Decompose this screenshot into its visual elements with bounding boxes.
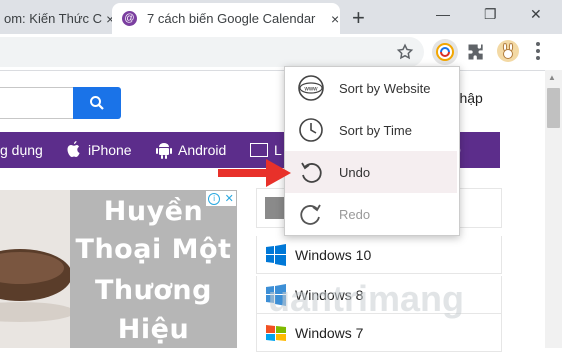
nav-item-android[interactable]: Android [156,132,226,168]
list-item-label: Windows 10 [295,246,372,263]
nav-item-label: Android [178,142,227,158]
nav-item-iphone[interactable]: iPhone [66,132,132,168]
search-icon [90,96,104,110]
watermark: uantrimang [268,278,465,319]
android-icon [156,143,172,159]
scroll-up-arrow-icon[interactable]: ▲ [548,73,556,82]
nav-item-ung-dung[interactable]: g dụng [0,132,43,168]
windows7-icon [266,324,286,341]
ad-close-icon[interactable]: ✕ [225,192,234,205]
menu-item-label: Redo [339,206,371,222]
ad-line: Thương [95,275,212,306]
tab-sorter-icon [436,43,454,61]
annotation-arrow-icon [218,159,291,187]
tab-sorter-extension-button[interactable] [432,39,458,65]
restore-button[interactable]: ❐ [484,6,497,23]
ad-banner[interactable]: Huyền Thoại Một Thương Hiệu [70,190,237,348]
menu-item-sort-by-website[interactable]: www Sort by Website [285,67,457,109]
windows10-icon [266,243,286,266]
svg-text:www: www [304,87,319,93]
close-window-button[interactable]: ✕ [530,6,542,23]
list-item[interactable]: Windows 10 [256,236,502,274]
new-tab-button[interactable]: + [352,5,365,31]
ad-image[interactable] [0,190,70,348]
extensions-puzzle-icon[interactable] [466,42,486,62]
tab-kien-thuc[interactable]: om: Kiến Thức C × [0,3,112,34]
ad-product-image [0,249,70,322]
undo-icon [297,158,325,186]
site-search-button[interactable] [73,87,121,119]
tab-title: om: Kiến Thức C [4,11,103,26]
rabbit-icon [502,43,514,59]
profile-avatar[interactable] [497,40,519,62]
browser-toolbar [0,34,562,71]
list-item-label: Windows 7 [295,324,364,341]
browser-menu-icon[interactable] [536,42,540,60]
code-icon [250,143,268,157]
menu-item-sort-by-time[interactable]: Sort by Time [285,109,457,151]
redo-icon [297,200,325,228]
minimize-button[interactable]: — [436,6,450,22]
www-icon: www [297,74,325,102]
tab-favicon-icon: @ [122,11,137,26]
apple-icon [67,141,80,157]
address-bar[interactable] [0,37,424,67]
menu-item-label: Undo [339,164,371,180]
menu-item-label: Sort by Time [339,122,412,138]
site-search-input[interactable] [0,87,74,119]
nav-item-label: L [274,142,282,158]
tab-close-icon[interactable]: × [331,11,339,27]
bookmark-star-icon[interactable] [396,43,414,61]
menu-item-label: Sort by Website [339,80,431,96]
ad-choices-badge[interactable]: i ✕ [206,191,236,206]
nav-item-label: iPhone [88,142,132,158]
tab-title: 7 cách biến Google Calendar t [147,11,317,26]
ad-line: Thoại Một [75,234,232,265]
ad-line: Hiệu [117,314,190,345]
menu-item-redo[interactable]: Redo [285,193,457,235]
tab-google-calendar[interactable]: @ 7 cách biến Google Calendar t × [112,3,340,34]
scrollbar-thumb[interactable] [547,88,560,128]
clock-icon [297,116,325,144]
ad-info-icon[interactable]: i [208,192,221,205]
menu-item-undo[interactable]: Undo [285,151,457,193]
